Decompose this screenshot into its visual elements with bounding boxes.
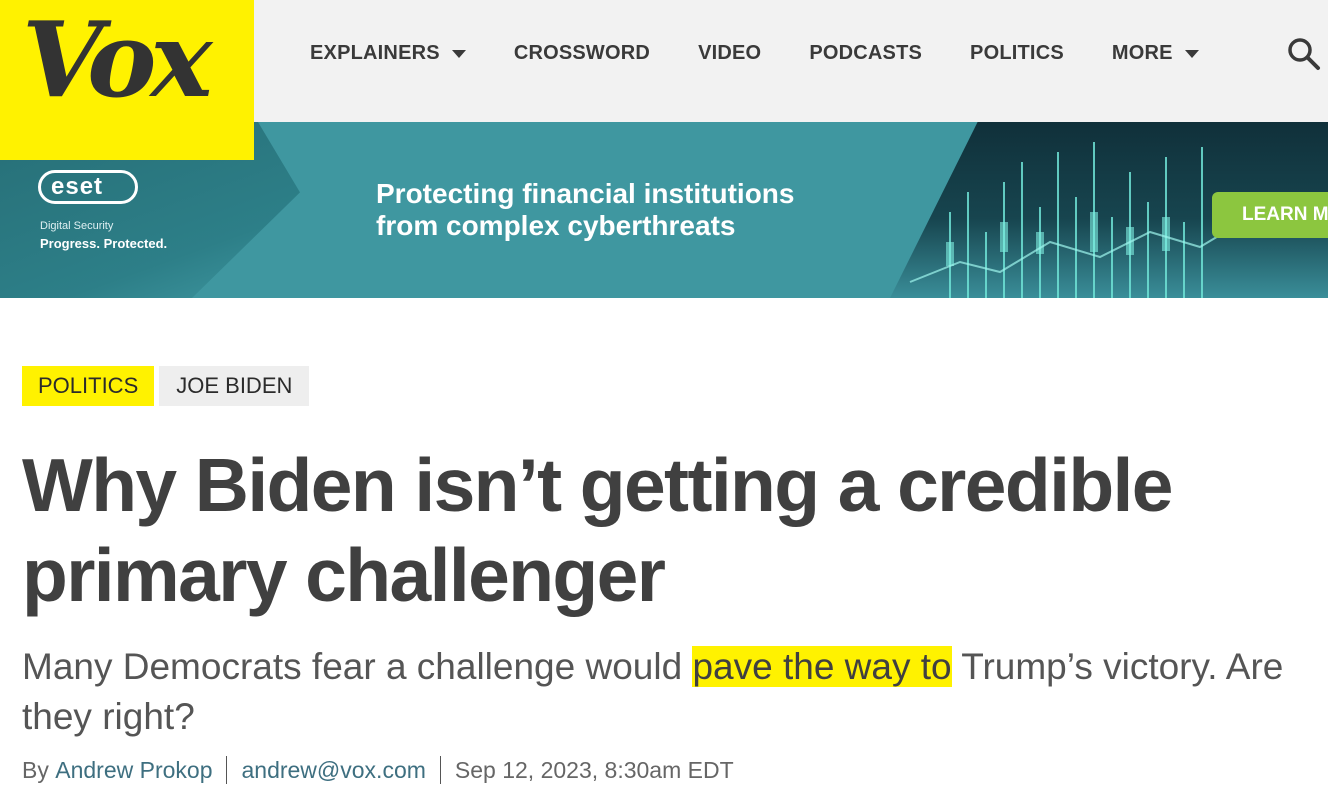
byline: By Andrew Prokop andrew@vox.com Sep 12, … bbox=[22, 756, 734, 784]
nav-explainers[interactable]: EXPLAINERS bbox=[310, 42, 466, 65]
article-dek: Many Democrats fear a challenge would pa… bbox=[22, 642, 1312, 742]
nav-more-label: MORE bbox=[1111, 42, 1173, 64]
nav-crossword-label: CROSSWORD bbox=[513, 42, 651, 64]
nav-more[interactable]: MORE bbox=[1112, 42, 1199, 65]
eset-tagline-2: Progress. Protected. bbox=[40, 236, 168, 251]
nav-video[interactable]: VIDEO bbox=[698, 42, 761, 65]
tag-politics[interactable]: POLITICS bbox=[22, 366, 155, 406]
nav-video-label: VIDEO bbox=[698, 42, 762, 64]
search-icon bbox=[1288, 38, 1320, 70]
eset-logo: eset bbox=[38, 170, 138, 204]
byline-divider bbox=[439, 756, 441, 784]
nav-podcasts-label: PODCASTS bbox=[809, 42, 923, 64]
nav-politics-label: POLITICS bbox=[970, 42, 1064, 64]
eset-tagline-1: Digital Security bbox=[40, 220, 114, 232]
dek-text-before: Many Democrats fear a challenge would bbox=[22, 646, 693, 687]
publish-date: Sep 12, 2023, 8:30am EDT bbox=[454, 756, 734, 783]
vox-logo-text: Vox bbox=[22, 0, 212, 121]
chevron-down-icon bbox=[451, 49, 466, 58]
tag-joe-biden[interactable]: JOE BIDEN bbox=[159, 366, 310, 406]
dek-highlight: pave the way to bbox=[692, 646, 952, 687]
author-link[interactable]: Andrew Prokop bbox=[55, 757, 212, 784]
byline-prefix: By bbox=[22, 756, 56, 783]
ad-headline: Protecting financial institutions from c… bbox=[376, 178, 795, 241]
search-button[interactable] bbox=[1286, 36, 1322, 72]
ad-learn-more-button[interactable]: LEARN M bbox=[1212, 192, 1328, 238]
nav-politics[interactable]: POLITICS bbox=[970, 42, 1064, 65]
byline-divider bbox=[226, 756, 228, 784]
main-nav: EXPLAINERS CROSSWORD VIDEO PODCASTS POLI… bbox=[310, 42, 1199, 65]
chevron-down-icon bbox=[1184, 49, 1199, 58]
article-tags: POLITICS JOE BIDEN bbox=[22, 366, 314, 406]
nav-podcasts[interactable]: PODCASTS bbox=[809, 42, 922, 65]
author-email-link[interactable]: andrew@vox.com bbox=[241, 757, 425, 784]
article-title: Why Biden isn’t getting a credible prima… bbox=[22, 443, 1173, 617]
nav-crossword[interactable]: CROSSWORD bbox=[514, 42, 650, 65]
nav-explainers-label: EXPLAINERS bbox=[310, 42, 440, 64]
vox-logo[interactable]: Vox bbox=[0, 0, 254, 160]
